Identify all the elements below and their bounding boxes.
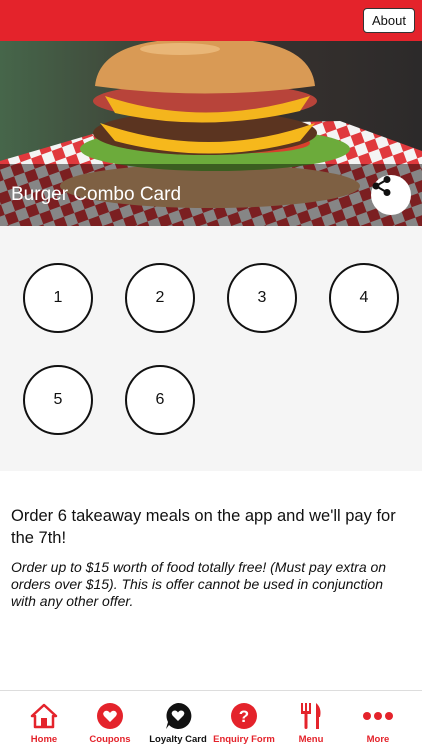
tab-enquiry-form-label: Enquiry Form — [213, 734, 275, 745]
coupons-icon — [97, 703, 123, 729]
bottom-tab-bar: Home Coupons Loyalty Card ? Enquiry Form — [0, 690, 422, 750]
share-button[interactable] — [371, 175, 411, 215]
stamp-2[interactable]: 2 — [125, 263, 195, 333]
tab-home[interactable]: Home — [10, 691, 78, 751]
about-button[interactable]: About — [363, 8, 415, 33]
more-icon — [363, 712, 393, 720]
top-bar: About — [0, 0, 422, 41]
tab-enquiry-form[interactable]: ? Enquiry Form — [210, 691, 278, 751]
tab-more[interactable]: More — [344, 691, 412, 751]
stamp-4[interactable]: 4 — [329, 263, 399, 333]
offer-description: Order 6 takeaway meals on the app and we… — [11, 505, 411, 610]
svg-text:?: ? — [239, 707, 249, 726]
enquiry-form-icon: ? — [231, 703, 257, 729]
offer-main-text: Order 6 takeaway meals on the app and we… — [11, 507, 396, 547]
offer-terms-text: Order up to $15 worth of food totally fr… — [11, 559, 387, 609]
share-icon — [372, 176, 391, 196]
home-icon — [30, 703, 58, 729]
tab-coupons[interactable]: Coupons — [76, 691, 144, 751]
tab-loyalty-card-label: Loyalty Card — [149, 734, 207, 745]
loyalty-card-icon — [166, 702, 192, 729]
tab-more-label: More — [366, 734, 390, 745]
hero-caption: Burger Combo Card — [0, 164, 422, 226]
hero-banner: Burger Combo Card — [0, 41, 422, 226]
stamp-6[interactable]: 6 — [125, 365, 195, 435]
tab-menu[interactable]: Menu — [277, 691, 345, 751]
stamp-5[interactable]: 5 — [23, 365, 93, 435]
tab-menu-label: Menu — [298, 734, 324, 745]
stamp-grid: 1 2 3 4 5 6 — [0, 226, 422, 471]
stamp-1[interactable]: 1 — [23, 263, 93, 333]
stamp-3[interactable]: 3 — [227, 263, 297, 333]
tab-coupons-label: Coupons — [89, 734, 131, 745]
card-title: Burger Combo Card — [11, 184, 182, 205]
tab-loyalty-card[interactable]: Loyalty Card — [144, 691, 212, 751]
tab-home-label: Home — [30, 734, 58, 745]
menu-icon — [301, 703, 321, 729]
